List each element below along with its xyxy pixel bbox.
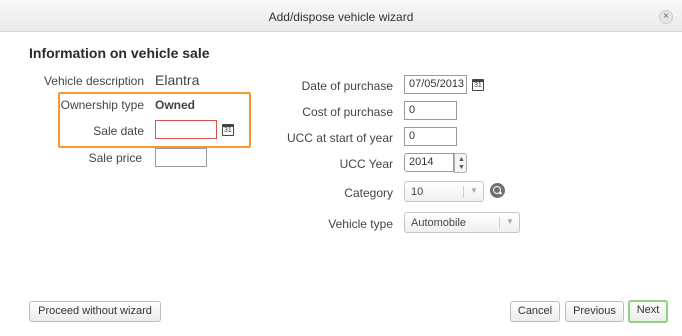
ucc-start-input[interactable]: 0 (404, 127, 457, 146)
search-icon[interactable] (490, 183, 505, 198)
sale-date-input[interactable] (155, 120, 217, 139)
category-select[interactable]: 10 ▼ (404, 181, 484, 202)
dialog-title: Add/dispose vehicle wizard (268, 10, 414, 24)
vehicle-description-label: Vehicle description (43, 74, 144, 88)
vehicle-type-label: Vehicle type (328, 217, 393, 231)
vehicle-type-value: Automobile (411, 217, 467, 229)
dialog-titlebar: Add/dispose vehicle wizard × (0, 0, 682, 32)
cost-of-purchase-label: Cost of purchase (302, 105, 393, 119)
proceed-without-wizard-button[interactable]: Proceed without wizard (29, 301, 161, 322)
date-of-purchase-input[interactable]: 07/05/2013 (404, 75, 467, 94)
select-divider (499, 217, 500, 229)
previous-button[interactable]: Previous (565, 301, 624, 322)
ucc-year-input[interactable]: 2014 (404, 153, 454, 172)
category-label: Category (344, 186, 393, 200)
sale-price-input[interactable] (155, 148, 207, 167)
select-divider (463, 186, 464, 198)
close-icon[interactable]: × (659, 10, 673, 24)
cost-of-purchase-input[interactable]: 0 (404, 101, 457, 120)
ownership-type-label: Ownership type (60, 98, 144, 112)
vehicle-type-select[interactable]: Automobile ▼ (404, 212, 520, 233)
date-of-purchase-label: Date of purchase (301, 79, 393, 93)
sale-price-label: Sale price (88, 151, 142, 165)
calendar-icon[interactable] (472, 79, 484, 91)
ucc-year-label: UCC Year (339, 157, 393, 171)
sale-date-label: Sale date (93, 124, 144, 138)
cancel-button[interactable]: Cancel (510, 301, 560, 322)
vehicle-description-value: Elantra (155, 72, 200, 88)
chevron-up-icon[interactable]: ▲ (458, 156, 465, 163)
chevron-down-icon[interactable]: ▼ (458, 164, 465, 171)
next-button[interactable]: Next (628, 300, 668, 323)
category-value: 10 (411, 186, 424, 198)
ucc-year-stepper[interactable]: ▲ ▼ (454, 153, 467, 173)
chevron-down-icon: ▼ (506, 217, 514, 226)
ownership-type-value: Owned (155, 98, 196, 112)
ucc-start-label: UCC at start of year (286, 131, 393, 145)
calendar-icon[interactable] (222, 124, 234, 136)
chevron-down-icon: ▼ (470, 186, 478, 195)
section-heading: Information on vehicle sale (29, 45, 210, 61)
